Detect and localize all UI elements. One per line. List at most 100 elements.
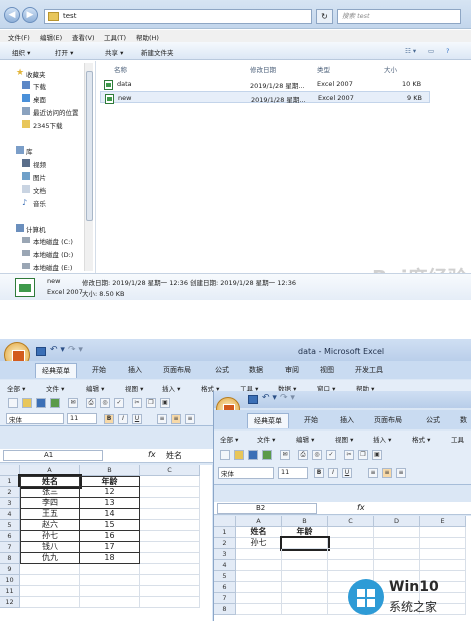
cell[interactable] [328, 549, 374, 560]
menu-tools[interactable]: 工具 [451, 434, 464, 444]
permission-icon[interactable] [50, 398, 60, 408]
cell[interactable] [328, 527, 374, 538]
menu-view[interactable]: 查看(V) [72, 32, 95, 42]
row-header[interactable]: 8 [0, 553, 20, 564]
row-header[interactable]: 7 [0, 542, 20, 553]
column-header[interactable]: C [140, 465, 200, 476]
align-right-icon[interactable]: ≡ [396, 468, 406, 478]
preview-pane-icon[interactable]: ▭ [428, 47, 434, 55]
menu-tools[interactable]: 工具(T) [104, 32, 126, 42]
undo-icon[interactable]: ↶ ▾ [50, 345, 65, 355]
refresh-button[interactable]: ↻ [316, 9, 333, 24]
cell[interactable] [282, 593, 328, 604]
cell[interactable] [140, 553, 200, 564]
cell[interactable] [374, 527, 420, 538]
address-input[interactable]: test [44, 9, 312, 24]
cell[interactable] [20, 575, 80, 586]
nav-scrollbar[interactable] [84, 63, 93, 271]
italic-button[interactable]: I [328, 468, 338, 478]
tab-developer[interactable]: 开发工具 [355, 365, 383, 375]
new-icon[interactable] [8, 398, 18, 408]
cell[interactable] [20, 564, 80, 575]
save-icon[interactable] [36, 398, 46, 408]
cell[interactable] [236, 582, 282, 593]
cell[interactable] [140, 586, 200, 597]
menu-view[interactable]: 视图 ▾ [335, 434, 353, 444]
copy-icon[interactable]: ❐ [358, 450, 368, 460]
menu-help[interactable]: 帮助(H) [136, 32, 159, 42]
open-icon[interactable] [234, 450, 244, 460]
menu-all[interactable]: 全部 ▾ [7, 383, 25, 393]
formula-input[interactable]: 姓名 [166, 450, 182, 461]
menu-edit[interactable]: 编辑 ▾ [296, 434, 314, 444]
menu-file[interactable]: 文件 ▾ [46, 383, 64, 393]
nav-favorites[interactable]: 收藏夹 [26, 69, 46, 79]
cell[interactable] [282, 560, 328, 571]
cell[interactable]: 18 [80, 553, 140, 564]
nav-music[interactable]: 音乐 [33, 198, 46, 208]
scroll-thumb[interactable] [86, 71, 93, 221]
tab-classic-menu[interactable]: 经典菜单 [247, 413, 289, 428]
nav-pictures[interactable]: 图片 [33, 172, 46, 182]
font-size-select[interactable]: 11 [67, 413, 97, 424]
redo-icon[interactable]: ↷ ▾ [68, 345, 83, 355]
nav-computer[interactable]: 计算机 [26, 224, 46, 234]
cell[interactable]: 王五 [20, 509, 80, 520]
cell[interactable] [80, 575, 140, 586]
align-right-icon[interactable]: ≡ [185, 414, 195, 424]
file-row-selected[interactable]: new 2019/1/28 星期... Excel 2007 9 KB [100, 91, 430, 104]
cell[interactable] [236, 549, 282, 560]
worksheet-grid[interactable]: A B C 1 姓名 年龄 2 张三 12 3 李四 13 4 王五 14 5 赵六 15 6 孙七 16 7 钱八 17 8 仇… [0, 465, 212, 621]
undo-icon[interactable]: ↶ ▾ [262, 393, 277, 403]
select-all-corner[interactable] [0, 465, 20, 476]
bold-button[interactable]: B [104, 414, 114, 424]
cell[interactable] [420, 527, 466, 538]
permission-icon[interactable] [262, 450, 272, 460]
menu-file[interactable]: 文件 ▾ [257, 434, 275, 444]
row-header[interactable]: 5 [214, 571, 236, 582]
align-center-icon[interactable]: ≡ [171, 414, 181, 424]
cell[interactable]: 13 [80, 498, 140, 509]
back-button[interactable]: ◀ [4, 7, 20, 23]
row-header[interactable]: 6 [0, 531, 20, 542]
cell[interactable] [80, 597, 140, 608]
cell[interactable] [236, 593, 282, 604]
cell[interactable] [140, 531, 200, 542]
column-header[interactable]: A [20, 465, 80, 476]
cell[interactable]: 孙七 [20, 531, 80, 542]
paste-icon[interactable]: ▣ [160, 398, 170, 408]
tab-formulas[interactable]: 公式 [426, 415, 440, 425]
col-modified[interactable]: 修改日期 [250, 64, 276, 74]
tab-review[interactable]: 审阅 [285, 365, 299, 375]
menu-view[interactable]: 视图 ▾ [125, 383, 143, 393]
cell[interactable] [140, 542, 200, 553]
tab-page-layout[interactable]: 页面布局 [374, 415, 402, 425]
cell[interactable] [140, 476, 200, 487]
menu-insert[interactable]: 插入 ▾ [373, 434, 391, 444]
fx-button[interactable]: fx [148, 450, 156, 459]
print-preview-icon[interactable]: ◎ [312, 450, 322, 460]
name-box[interactable]: A1 [3, 450, 103, 461]
tab-insert[interactable]: 插入 [340, 415, 354, 425]
align-left-icon[interactable]: ≡ [368, 468, 378, 478]
tab-page-layout[interactable]: 页面布局 [163, 365, 191, 375]
cell[interactable] [140, 509, 200, 520]
tab-insert[interactable]: 插入 [128, 365, 142, 375]
nav-drive-e[interactable]: 本地磁盘 (E:) [33, 262, 72, 272]
file-row[interactable]: data 2019/1/28 星期... Excel 2007 10 KB [100, 78, 430, 90]
col-name[interactable]: 名称 [114, 64, 127, 74]
cell[interactable] [140, 498, 200, 509]
cell[interactable] [374, 549, 420, 560]
cell[interactable]: 12 [80, 487, 140, 498]
nav-drive-c[interactable]: 本地磁盘 (C:) [33, 236, 73, 246]
menu-edit[interactable]: 编辑(E) [40, 32, 62, 42]
cell[interactable]: 年龄 [80, 476, 140, 487]
cell[interactable]: 16 [80, 531, 140, 542]
nav-2345-downloads[interactable]: 2345下载 [33, 120, 63, 130]
cell[interactable] [140, 597, 200, 608]
nav-recent[interactable]: 最近访问的位置 [33, 107, 79, 117]
cell[interactable] [140, 564, 200, 575]
row-header[interactable]: 9 [0, 564, 20, 575]
cell[interactable] [236, 604, 282, 615]
print-icon[interactable]: ⎙ [86, 398, 96, 408]
